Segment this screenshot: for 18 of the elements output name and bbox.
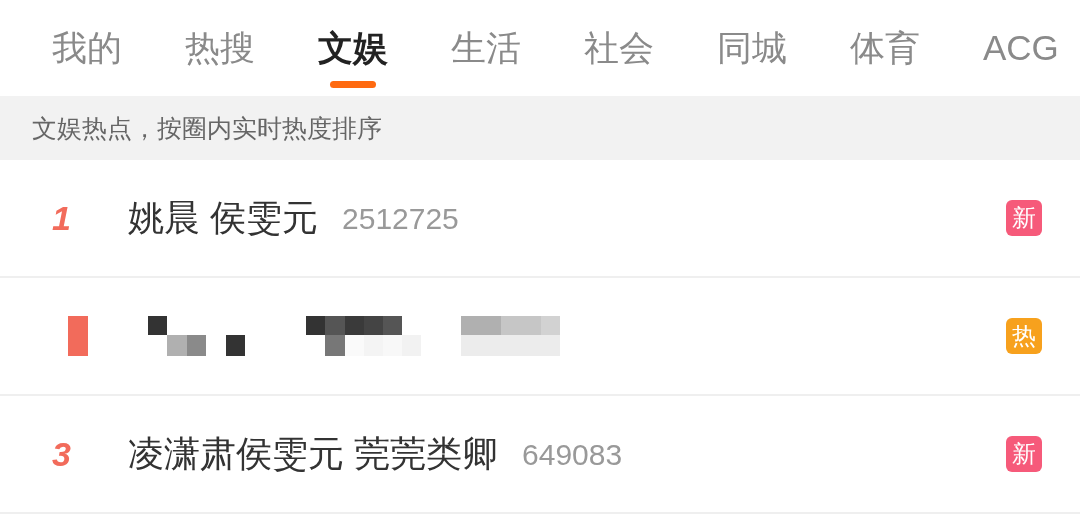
heat-count: 649083 — [522, 436, 623, 473]
category-tab[interactable]: 生活 — [451, 0, 521, 96]
category-tab[interactable]: ACG — [983, 0, 1059, 96]
rank-number: 3 — [52, 433, 72, 475]
rank-number: 1 — [52, 197, 72, 239]
topic-title[interactable]: 凌潇肃侯雯元 莞莞类卿 — [128, 427, 498, 481]
status-tag: 热 — [1006, 318, 1042, 354]
category-tab[interactable]: 文娱 — [318, 0, 388, 96]
category-tab[interactable]: 体育 — [850, 0, 920, 96]
heat-count: 2512725 — [342, 200, 459, 237]
category-tab[interactable]: 社会 — [584, 0, 654, 96]
category-tab[interactable]: 热搜 — [185, 0, 255, 96]
topic-title[interactable]: 姚晨 侯雯元 — [128, 191, 318, 245]
status-tag: 新 — [1006, 200, 1042, 236]
category-hint: 文娱热点，按圈内实时热度排序 — [0, 96, 1080, 160]
category-tab[interactable]: 我的 — [52, 0, 122, 96]
status-tag: 新 — [1006, 436, 1042, 472]
category-tab[interactable]: 同城 — [717, 0, 787, 96]
